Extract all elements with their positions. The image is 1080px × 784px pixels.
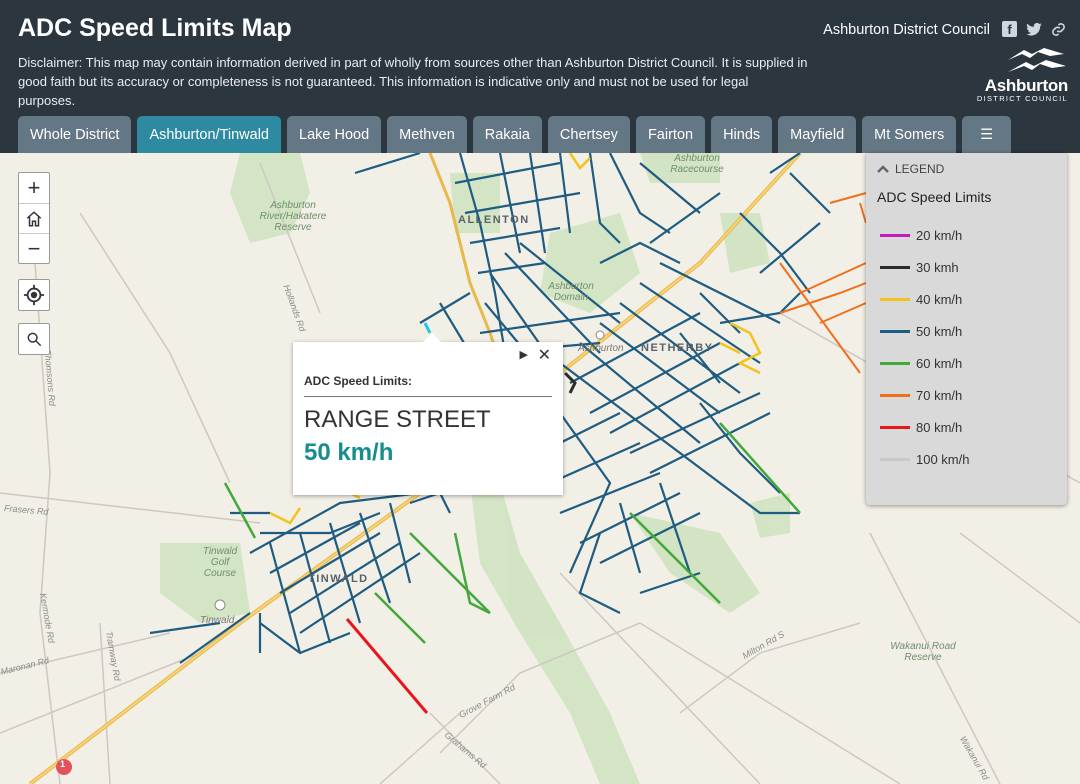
popup-layer-name: ADC Speed Limits:	[304, 374, 413, 388]
zoom-controls: + −	[18, 172, 50, 264]
legend-item-label: 20 km/h	[916, 228, 963, 243]
chevron-up-icon	[877, 165, 889, 173]
council-logo-icon	[1008, 48, 1066, 72]
popup-pointer	[423, 333, 441, 342]
state-highway-shield: 1	[60, 759, 66, 769]
app-title: ADC Speed Limits Map	[18, 14, 292, 42]
app-header: ADC Speed Limits Map Disclaimer: This ma…	[0, 0, 1080, 153]
legend-swatch	[880, 234, 910, 237]
legend-panel: LEGEND ADC Speed Limits 20 km/h 30 kmh 40 …	[866, 153, 1067, 505]
legend-item: 60 km/h	[880, 356, 962, 371]
area-tabs: Whole District Ashburton/Tinwald Lake Ho…	[18, 116, 1012, 153]
legend-swatch	[880, 298, 910, 301]
legend-swatch	[880, 394, 910, 397]
tab-menu-icon[interactable]: ☰	[962, 116, 1012, 153]
legend-item-label: 100 km/h	[916, 452, 970, 467]
council-name: Ashburton District Council	[823, 22, 990, 38]
twitter-icon[interactable]	[1025, 21, 1043, 37]
park-label-domain: Ashburton Domain	[548, 281, 594, 303]
popup-speed-value: 50 km/h	[304, 439, 394, 466]
tab-rakaia[interactable]: Rakaia	[472, 116, 542, 153]
tab-fairton[interactable]: Fairton	[635, 116, 706, 153]
poi-label-ashburton: Ashburton	[578, 343, 624, 354]
legend-item: 100 km/h	[880, 452, 969, 467]
locate-control	[18, 279, 50, 311]
suburb-label-allenton: ALLENTON	[458, 214, 530, 226]
popup-divider	[304, 396, 552, 397]
tab-methven[interactable]: Methven	[387, 116, 467, 153]
legend-item: 70 km/h	[880, 388, 962, 403]
home-icon	[26, 210, 42, 226]
tab-lake-hood[interactable]: Lake Hood	[287, 116, 382, 153]
locate-button[interactable]	[19, 280, 49, 310]
park-label-wakanui: Wakanui Road Reserve	[890, 641, 956, 663]
legend-swatch	[880, 330, 910, 333]
suburb-label-netherby: NETHERBY	[641, 342, 714, 354]
feature-popup: ▶ ✕ ADC Speed Limits: RANGE STREET 50 km…	[293, 333, 563, 495]
popup-next-icon[interactable]: ▶	[520, 348, 528, 361]
legend-item: 20 km/h	[880, 228, 962, 243]
legend-item-label: 40 km/h	[916, 292, 963, 307]
legend-item-label: 60 km/h	[916, 356, 963, 371]
legend-item: 50 km/h	[880, 324, 962, 339]
popup-close-icon[interactable]: ✕	[538, 345, 551, 365]
park-label-racecourse: Ashburton Racecourse	[670, 153, 724, 175]
legend-toggle[interactable]: LEGEND	[877, 162, 944, 176]
legend-item: 40 km/h	[880, 292, 962, 307]
zoom-in-button[interactable]: +	[19, 173, 49, 203]
legend-item-label: 50 km/h	[916, 324, 963, 339]
tab-mayfield[interactable]: Mayfield	[778, 116, 857, 153]
poi-label-tinwald: Tinwald	[200, 615, 235, 626]
legend-item: 30 kmh	[880, 260, 959, 275]
search-control	[18, 323, 50, 355]
legend-item-label: 70 km/h	[916, 388, 963, 403]
popup-street-name: RANGE STREET	[304, 406, 491, 433]
tab-chertsey[interactable]: Chertsey	[547, 116, 630, 153]
tab-mt-somers[interactable]: Mt Somers	[862, 116, 957, 153]
legend-item: 80 km/h	[880, 420, 962, 435]
logo-text: Ashburton	[984, 76, 1069, 95]
logo-subtext: DISTRICT COUNCIL	[976, 94, 1068, 103]
facebook-icon[interactable]: f	[1002, 21, 1017, 37]
suburb-label-tinwald: TINWALD	[308, 573, 369, 585]
zoom-out-button[interactable]: −	[19, 233, 49, 263]
legend-layer-title: ADC Speed Limits	[877, 189, 992, 205]
legend-item-label: 80 km/h	[916, 420, 963, 435]
tab-hinds[interactable]: Hinds	[711, 116, 773, 153]
legend-swatch	[880, 266, 910, 269]
legend-item-label: 30 kmh	[916, 260, 959, 275]
locate-icon	[23, 284, 45, 306]
legend-swatch	[880, 458, 910, 461]
tab-whole-district[interactable]: Whole District	[18, 116, 132, 153]
search-button[interactable]	[19, 324, 49, 354]
link-icon[interactable]	[1049, 21, 1067, 37]
home-button[interactable]	[19, 203, 49, 233]
tab-ashburton-tinwald[interactable]: Ashburton/Tinwald	[137, 116, 281, 153]
search-icon	[27, 332, 42, 347]
legend-swatch	[880, 426, 910, 429]
park-label-hakatere: Ashburton River/Hakatere Reserve	[259, 200, 327, 233]
park-label-golf: Tinwald Golf Course	[202, 546, 238, 579]
disclaimer-text: Disclaimer: This map may contain informa…	[18, 55, 808, 108]
legend-header-label: LEGEND	[895, 162, 945, 176]
legend-swatch	[880, 362, 910, 365]
